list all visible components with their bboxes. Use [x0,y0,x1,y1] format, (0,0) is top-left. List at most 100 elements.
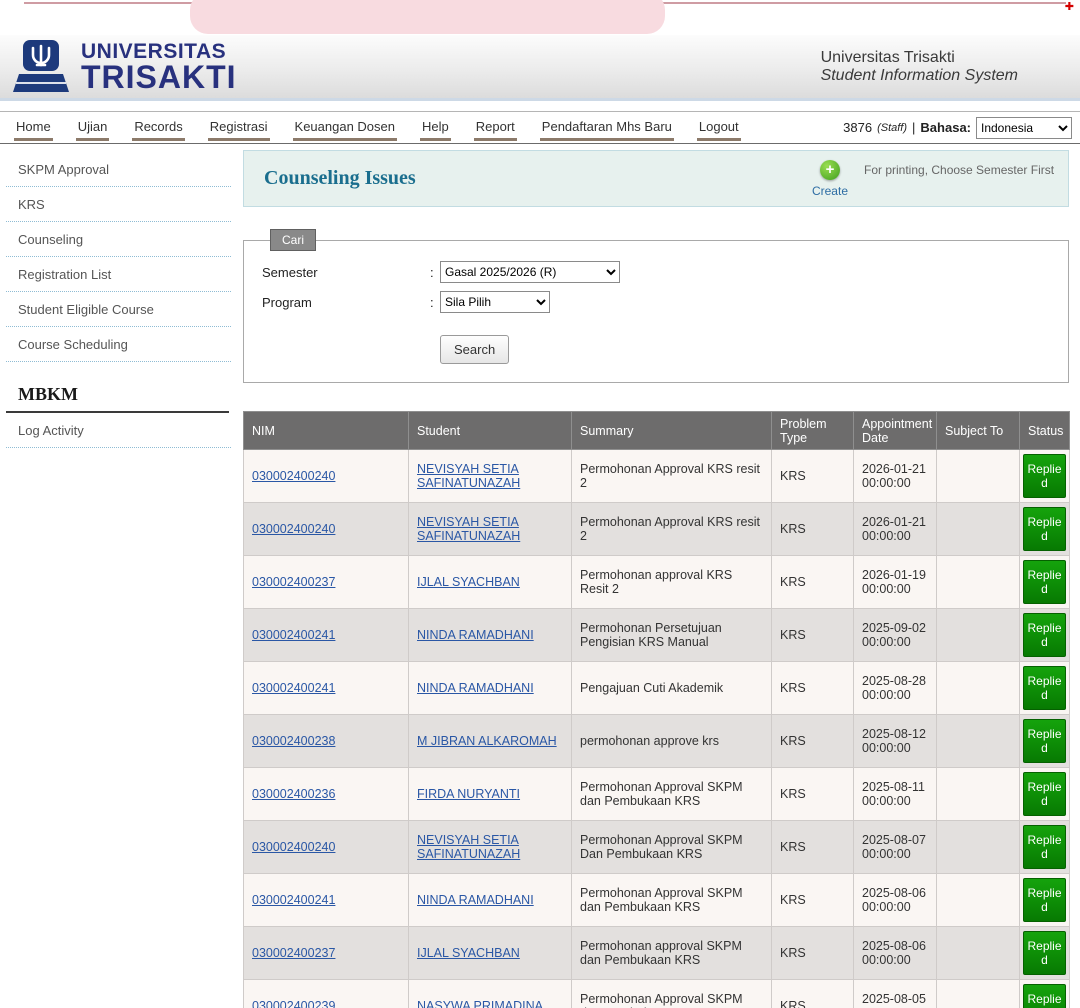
print-hint: For printing, Choose Semester First [864,151,1060,177]
nim-link[interactable]: 030002400237 [252,575,335,589]
cell-appointment_date: 2025-08-06 00:00:00 [854,927,937,980]
cell-problem_type: KRS [772,980,854,1008]
student-link[interactable]: IJLAL SYACHBAN [417,946,520,960]
sidebar-item-course-scheduling[interactable]: Course Scheduling [6,327,231,362]
system-title-block: Universitas Trisakti Student Information… [821,49,1018,85]
cell-subject_to [937,874,1020,927]
nav-item-ujian[interactable]: Ujian [76,115,110,141]
nim-link[interactable]: 030002400241 [252,893,335,907]
nim-link[interactable]: 030002400239 [252,999,335,1008]
search-button[interactable]: Search [440,335,509,364]
cell-appointment_date: 2025-09-02 00:00:00 [854,609,937,662]
table-row: 030002400241NINDA RAMADHANIPermohonan Ap… [244,874,1070,927]
sidebar-item-registration-list[interactable]: Registration List [6,257,231,292]
table-row: 030002400240 NEVISYAH SETIA SAFINATUNAZAH… [244,450,1070,503]
cell-problem_type: KRS [772,609,854,662]
program-label: Program [262,295,430,310]
nav-item-pendaftaran-mhs-baru[interactable]: Pendaftaran Mhs Baru [540,115,674,141]
cell-subject_to [937,556,1020,609]
status-replied-button[interactable]: Replied [1023,878,1066,922]
status-replied-button[interactable]: Replied [1023,719,1066,763]
nav-item-registrasi[interactable]: Registrasi [208,115,270,141]
nim-link[interactable]: 030002400241 [252,681,335,695]
student-link[interactable]: NINDA RAMADHANI [417,681,534,695]
student-link[interactable]: NINDA RAMADHANI [417,893,534,907]
create-button[interactable]: + Create [812,160,848,198]
nim-link[interactable]: 030002400237 [252,946,335,960]
nim-link[interactable]: 030002400240 [252,840,335,854]
brand: UNIVERSITAS TRISAKTI [10,39,237,95]
cell-subject_to [937,980,1020,1008]
nav-item-keuangan-dosen[interactable]: Keuangan Dosen [293,115,397,141]
user-role-badge: (Staff) [877,122,907,134]
student-link[interactable]: NEVISYAH SETIA SAFINATUNAZAH [417,462,520,490]
cell-summary: Permohonan Approval KRS resit 2 [572,503,772,556]
cell-summary: Permohonan Approval SKPM dan Pembukaan K… [572,768,772,821]
trisakti-logo-icon [10,39,72,95]
cell-problem_type: KRS [772,503,854,556]
status-replied-button[interactable]: Replied [1023,772,1066,816]
nim-link[interactable]: 030002400236 [252,787,335,801]
student-link[interactable]: M JIBRAN ALKAROMAH [417,734,557,748]
table-row: 030002400237IJLAL SYACHBANPermohonan app… [244,556,1070,609]
nav-item-logout[interactable]: Logout [697,115,741,141]
cell-subject_to [937,662,1020,715]
status-replied-button[interactable]: Replied [1023,825,1066,869]
status-replied-button[interactable]: Replied [1023,666,1066,710]
status-replied-button[interactable]: Replied [1023,507,1066,551]
nav-item-help[interactable]: Help [420,115,451,141]
cell-problem_type: KRS [772,768,854,821]
nim-link[interactable]: 030002400241 [252,628,335,642]
create-label: Create [812,184,848,198]
student-link[interactable]: NEVISYAH SETIA SAFINATUNAZAH [417,515,520,543]
table-row: 030002400238M JIBRAN ALKAROMAHpermohonan… [244,715,1070,768]
sidebar-item-counseling[interactable]: Counseling [6,222,231,257]
student-link[interactable]: NEVISYAH SETIA SAFINATUNAZAH [417,833,520,861]
semester-select[interactable]: Gasal 2025/2026 (R) [440,261,620,283]
status-replied-button[interactable]: Replied [1023,931,1066,975]
student-link[interactable]: FIRDA NURYANTI [417,787,520,801]
user-id: 3876 [843,120,872,135]
sidebar-section-mbkm[interactable]: MBKM [6,378,229,413]
table-row: 030002400241 NINDA RAMADHANI Pengajuan Cut… [244,662,1070,715]
cell-appointment_date: 2025-08-11 00:00:00 [854,768,937,821]
sidebar-item-log-activity[interactable]: Log Activity [6,413,231,448]
system-subtitle: Student Information System [821,67,1018,85]
cell-summary: Permohonan Approval SKPM dan Pembukaan K… [572,980,772,1008]
column-header-student: Student [409,412,572,450]
sidebar: SKPM ApprovalKRSCounselingRegistration L… [0,150,243,1008]
cell-appointment_date: 2025-08-28 00:00:00 [854,662,937,715]
status-replied-button[interactable]: Replied [1023,613,1066,657]
nav-item-report[interactable]: Report [474,115,517,141]
cell-summary: Permohonan Approval SKPM Dan Pembukaan K… [572,821,772,874]
nav-item-records[interactable]: Records [132,115,184,141]
nim-link[interactable]: 030002400240 [252,469,335,483]
student-link[interactable]: NASYWA PRIMADINA [417,999,543,1008]
navbar: Home Ujian Records Registrasi Keuangan Dosen… [0,111,1080,144]
nim-link[interactable]: 030002400238 [252,734,335,748]
cell-subject_to [937,715,1020,768]
sidebar-item-student-eligible-course[interactable]: Student Eligible Course [6,292,231,327]
cell-summary: Pengajuan Cuti Akademik [572,662,772,715]
status-replied-button[interactable]: Replied [1023,560,1066,604]
search-panel: Cari Semester : Gasal 2025/2026 (R) Prog… [243,229,1069,383]
cell-problem_type: KRS [772,556,854,609]
student-link[interactable]: IJLAL SYACHBAN [417,575,520,589]
language-select[interactable]: Indonesia [976,117,1072,139]
program-select[interactable]: Sila Pilih [440,291,550,313]
brand-text: UNIVERSITAS TRISAKTI [81,41,237,92]
nav-user-area: 3876 (Staff) | Bahasa: Indonesia [843,117,1072,139]
page-title: Counseling Issues [264,167,416,190]
create-plus-icon: + [820,160,840,180]
status-replied-button[interactable]: Replied [1023,984,1066,1008]
student-link[interactable]: NINDA RAMADHANI [417,628,534,642]
semester-label: Semester [262,265,430,280]
sidebar-item-krs[interactable]: KRS [6,187,231,222]
nav-item-home[interactable]: Home [14,115,53,141]
status-replied-button[interactable]: Replied [1023,454,1066,498]
sidebar-item-skpm-approval[interactable]: SKPM Approval [6,152,231,187]
table-row: 030002400239 NASYWA PRIMADINA Permohonan A… [244,980,1070,1008]
cell-problem_type: KRS [772,821,854,874]
nim-link[interactable]: 030002400240 [252,522,335,536]
table-row: 030002400240 NEVISYAH SETIA SAFINATUNAZAH… [244,503,1070,556]
